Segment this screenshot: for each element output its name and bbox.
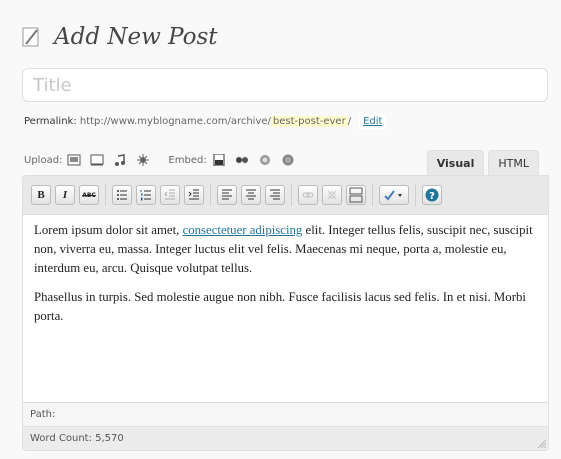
embed-label: Embed:: [168, 154, 207, 166]
vimeo-icon[interactable]: [257, 154, 273, 166]
paragraph-1: Lorem ipsum dolor sit amet, consectetuer…: [34, 221, 537, 278]
align-center-icon: [246, 189, 256, 200]
align-right-icon: [270, 189, 280, 200]
permalink-base-url: http://www.myblogname.com/archive/: [79, 116, 271, 127]
indent-icon: [188, 189, 199, 200]
bold-button[interactable]: B: [31, 185, 51, 205]
upload-label: Upload:: [24, 154, 63, 166]
unlink-icon: [327, 190, 337, 200]
image-icon[interactable]: [66, 154, 82, 166]
permalink-trailing: /: [347, 116, 352, 127]
italic-button[interactable]: I: [55, 185, 75, 205]
toolbar-separator: [210, 184, 211, 206]
resize-grip-icon[interactable]: [536, 438, 546, 448]
post-editor: B I ABC ? Lorem ipsum dolor sit amet, co…: [22, 175, 549, 451]
editor-tabs: Visual HTML: [423, 150, 539, 175]
word-count-bar: Word Count: 5,570: [23, 426, 548, 450]
tab-html[interactable]: HTML: [488, 150, 539, 175]
tab-visual[interactable]: Visual: [426, 150, 485, 175]
word-count-value: 5,570: [95, 433, 124, 444]
help-button[interactable]: ?: [422, 185, 442, 205]
permalink-row: Permalink: http://www.myblogname.com/arc…: [24, 114, 387, 129]
toolbar-separator: [372, 184, 373, 206]
more-tag-icon: [349, 187, 363, 203]
more-tag-button[interactable]: [346, 185, 366, 205]
bullet-list-icon: [117, 190, 127, 200]
numbered-list-button[interactable]: [136, 185, 156, 205]
outdent-icon: [164, 189, 175, 200]
bullet-list-button[interactable]: [112, 185, 132, 205]
link-icon: [302, 192, 314, 198]
spellcheck-icon: [384, 190, 402, 201]
path-label: Path:: [30, 409, 56, 420]
italic-icon: I: [62, 189, 68, 201]
path-bar: Path:: [23, 402, 548, 426]
align-left-button[interactable]: [217, 185, 237, 205]
align-left-icon: [222, 189, 232, 200]
numbered-list-icon: [140, 190, 151, 201]
editor-toolbar: B I ABC ?: [23, 176, 548, 215]
paragraph-2: Phasellus in turpis. Sed molestie augue …: [34, 290, 526, 323]
editor-content[interactable]: Lorem ipsum dolor sit amet, consectetuer…: [23, 215, 548, 402]
unlink-button[interactable]: [322, 185, 342, 205]
title-input[interactable]: [22, 68, 548, 102]
svg-text:?: ?: [429, 191, 435, 202]
spellcheck-button[interactable]: [379, 185, 409, 205]
page-header: Add New Post: [22, 20, 218, 54]
post-icon: [22, 27, 39, 47]
toolbar-separator: [291, 184, 292, 206]
audio-icon[interactable]: [112, 154, 128, 166]
link-button[interactable]: [298, 185, 318, 205]
flickr-icon[interactable]: [234, 154, 250, 166]
paragraph-1-text-start: Lorem ipsum dolor sit amet,: [34, 223, 183, 237]
strikethrough-button[interactable]: ABC: [79, 185, 99, 205]
strikethrough-icon: ABC: [82, 191, 96, 199]
word-count-label: Word Count:: [30, 433, 92, 444]
help-icon: ?: [425, 188, 439, 202]
indent-button[interactable]: [184, 185, 204, 205]
media-icon[interactable]: [135, 154, 151, 166]
permalink-label: Permalink:: [24, 116, 77, 127]
media-buttons: Upload: Embed:: [24, 151, 299, 169]
youtube-icon[interactable]: [211, 154, 227, 166]
outdent-button[interactable]: [160, 185, 180, 205]
toolbar-separator: [415, 184, 416, 206]
align-center-button[interactable]: [241, 185, 261, 205]
permalink-edit-button[interactable]: Edit: [359, 114, 387, 129]
bold-icon: B: [37, 189, 45, 201]
toolbar-separator: [105, 184, 106, 206]
globe-icon[interactable]: [280, 154, 296, 166]
permalink-slug[interactable]: best-post-ever: [270, 116, 348, 127]
page-title: Add New Post: [54, 24, 218, 50]
content-link[interactable]: consectetuer adipiscing: [183, 223, 303, 237]
video-icon[interactable]: [89, 154, 105, 166]
align-right-button[interactable]: [265, 185, 285, 205]
